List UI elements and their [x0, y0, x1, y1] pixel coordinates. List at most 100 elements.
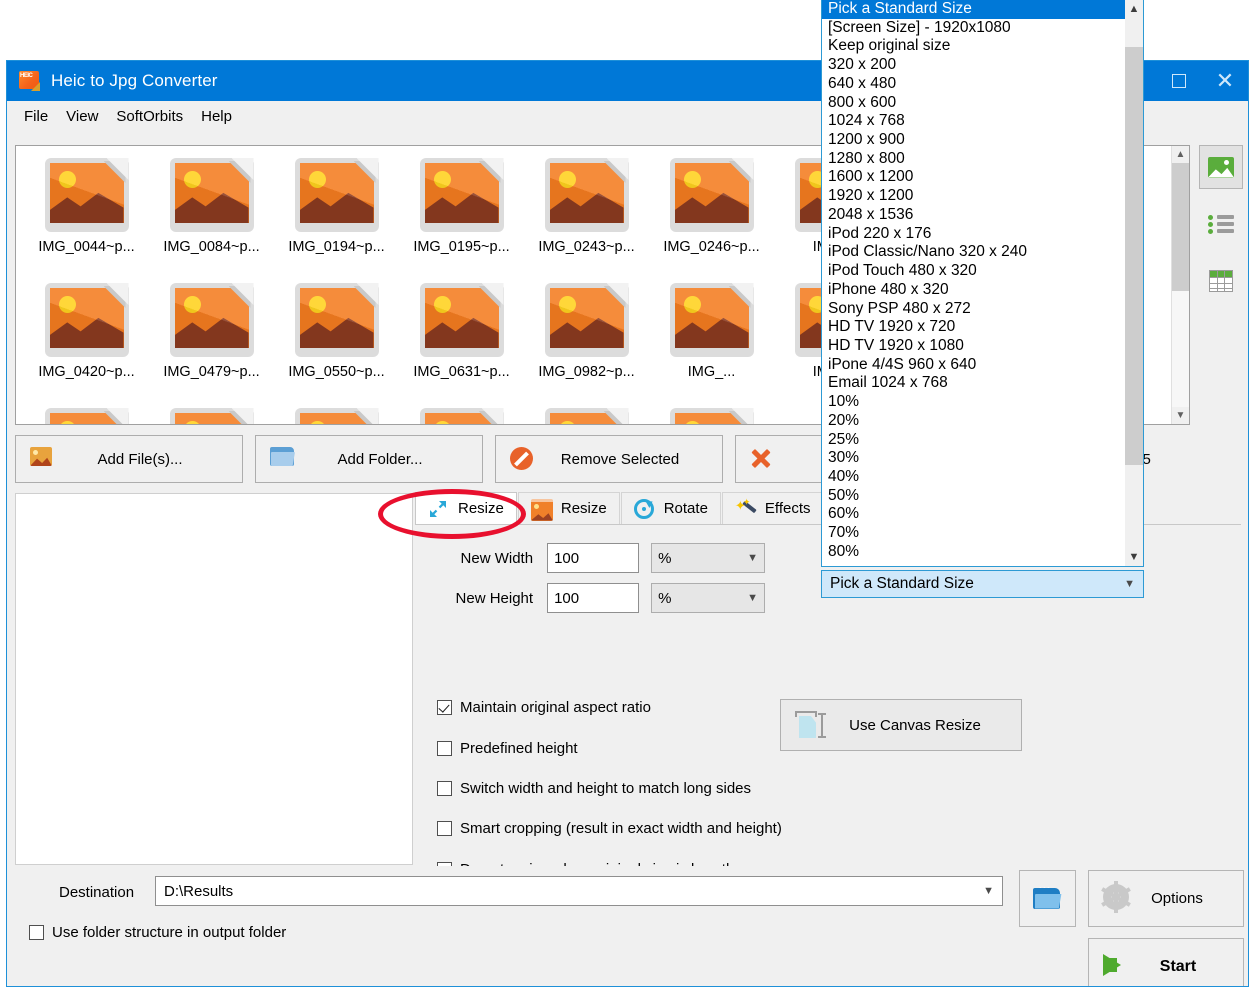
- close-button[interactable]: ✕: [1202, 61, 1248, 101]
- destination-select[interactable]: D:\Results ▼: [155, 876, 1003, 906]
- checkbox-smart-cropping[interactable]: Smart cropping (result in exact width an…: [437, 820, 782, 837]
- tab-rotate[interactable]: Rotate: [621, 492, 721, 524]
- add-files-button[interactable]: Add File(s)...: [15, 435, 243, 483]
- dropdown-option[interactable]: 30%: [822, 449, 1125, 468]
- standard-size-dropdown-list[interactable]: Pick a Standard Size[Screen Size] - 1920…: [821, 0, 1144, 567]
- dropdown-option[interactable]: 1280 x 800: [822, 150, 1125, 169]
- checkbox-box[interactable]: [437, 821, 452, 836]
- dropdown-option[interactable]: 40%: [822, 468, 1125, 487]
- list-view-button[interactable]: [1199, 202, 1243, 246]
- dropdown-option[interactable]: Email 1024 x 768: [822, 374, 1125, 393]
- list-item[interactable]: IMG_0246~p...: [649, 154, 774, 279]
- remove-selected-button[interactable]: Remove Selected: [495, 435, 723, 483]
- dropdown-option[interactable]: 2048 x 1536: [822, 206, 1125, 225]
- list-item[interactable]: [274, 404, 399, 425]
- checkbox-use-folder-structure[interactable]: Use folder structure in output folder: [29, 924, 286, 941]
- list-item[interactable]: IMG_0194~p...: [274, 154, 399, 279]
- dropdown-option[interactable]: 1024 x 768: [822, 112, 1125, 131]
- list-item[interactable]: [24, 404, 149, 425]
- list-item[interactable]: [149, 404, 274, 425]
- tab-effects[interactable]: ✦✦ Effects: [722, 492, 824, 524]
- new-width-input[interactable]: [547, 543, 639, 573]
- list-item[interactable]: [649, 404, 774, 425]
- thumbnail-view-button[interactable]: [1199, 145, 1243, 189]
- menu-item-help[interactable]: Help: [192, 105, 241, 128]
- checkbox-predefined-height[interactable]: Predefined height: [437, 740, 578, 757]
- checkbox-box[interactable]: [437, 700, 452, 715]
- dropdown-option[interactable]: 1200 x 900: [822, 131, 1125, 150]
- list-item[interactable]: [399, 404, 524, 425]
- standard-size-select[interactable]: Pick a Standard Size ▼: [821, 570, 1144, 598]
- dropdown-option[interactable]: 1920 x 1200: [822, 187, 1125, 206]
- list-item[interactable]: IMG_0479~p...: [149, 279, 274, 404]
- menu-item-softorbits[interactable]: SoftOrbits: [107, 105, 192, 128]
- scrollbar-thumb[interactable]: [1172, 163, 1189, 291]
- list-item[interactable]: IMG_0982~p...: [524, 279, 649, 404]
- dropdown-option[interactable]: 60%: [822, 505, 1125, 524]
- folder-icon: [270, 447, 296, 471]
- dropdown-option[interactable]: 25%: [822, 431, 1125, 450]
- list-item[interactable]: IMG_...: [649, 279, 774, 404]
- new-height-unit-select[interactable]: % ▼: [651, 583, 765, 613]
- magic-wand-icon: ✦✦: [735, 499, 757, 519]
- dropdown-option[interactable]: iPod Touch 480 x 320: [822, 262, 1125, 281]
- dropdown-option[interactable]: iPod Classic/Nano 320 x 240: [822, 243, 1125, 262]
- dropdown-option[interactable]: Keep original size: [822, 37, 1125, 56]
- dropdown-option[interactable]: [Screen Size] - 1920x1080: [822, 19, 1125, 38]
- dropdown-option[interactable]: 1600 x 1200: [822, 168, 1125, 187]
- scroll-up-icon[interactable]: ▲: [1172, 146, 1189, 163]
- dropdown-option[interactable]: iPod 220 x 176: [822, 225, 1125, 244]
- checkbox-maintain-aspect-ratio[interactable]: Maintain original aspect ratio: [437, 699, 651, 716]
- maximize-button[interactable]: [1156, 61, 1202, 101]
- dropdown-option[interactable]: 640 x 480: [822, 75, 1125, 94]
- output-settings-bar: Destination D:\Results ▼ Options Start U…: [7, 866, 1248, 986]
- tab-resize-primary[interactable]: Resize: [415, 492, 517, 524]
- checkbox-switch-width-height[interactable]: Switch width and height to match long si…: [437, 780, 751, 797]
- preview-pane[interactable]: [15, 493, 413, 865]
- photo-placeholder-icon: [291, 406, 383, 425]
- dropdown-option[interactable]: Pick a Standard Size: [822, 0, 1125, 19]
- scrollbar-thumb[interactable]: [1125, 47, 1143, 465]
- start-button[interactable]: Start: [1088, 938, 1244, 987]
- menu-item-view[interactable]: View: [57, 105, 107, 128]
- tab-resize-secondary[interactable]: Resize: [518, 492, 620, 524]
- dropdown-scrollbar[interactable]: ▲ ▼: [1125, 0, 1143, 566]
- scroll-down-icon[interactable]: ▼: [1172, 407, 1189, 424]
- list-item[interactable]: IMG_0550~p...: [274, 279, 399, 404]
- dropdown-option[interactable]: 320 x 200: [822, 56, 1125, 75]
- list-item[interactable]: [524, 404, 649, 425]
- checkbox-box[interactable]: [437, 741, 452, 756]
- scroll-up-icon[interactable]: ▲: [1125, 0, 1143, 18]
- scroll-down-icon[interactable]: ▼: [1125, 548, 1143, 566]
- details-view-button[interactable]: [1199, 259, 1243, 303]
- dropdown-options[interactable]: Pick a Standard Size[Screen Size] - 1920…: [822, 0, 1125, 566]
- dropdown-option[interactable]: 20%: [822, 412, 1125, 431]
- dropdown-option[interactable]: iPhone 480 x 320: [822, 281, 1125, 300]
- dropdown-option[interactable]: Sony PSP 480 x 272: [822, 300, 1125, 319]
- checkbox-box[interactable]: [29, 925, 44, 940]
- list-item[interactable]: IMG_0420~p...: [24, 279, 149, 404]
- list-item[interactable]: IMG_0084~p...: [149, 154, 274, 279]
- new-height-input[interactable]: [547, 583, 639, 613]
- list-item[interactable]: IMG_0243~p...: [524, 154, 649, 279]
- menu-item-file[interactable]: File: [15, 105, 57, 128]
- checkbox-box[interactable]: [437, 781, 452, 796]
- list-item[interactable]: IMG_0631~p...: [399, 279, 524, 404]
- new-width-unit-select[interactable]: % ▼: [651, 543, 765, 573]
- options-button[interactable]: Options: [1088, 870, 1244, 927]
- browse-folder-button[interactable]: [1019, 870, 1076, 927]
- list-item[interactable]: IMG_0195~p...: [399, 154, 524, 279]
- dropdown-option[interactable]: 50%: [822, 487, 1125, 506]
- file-name: IMG_0479~p...: [163, 364, 259, 380]
- dropdown-option[interactable]: 10%: [822, 393, 1125, 412]
- thumbnail-scrollbar[interactable]: ▲ ▼: [1171, 146, 1189, 424]
- use-canvas-resize-button[interactable]: Use Canvas Resize: [780, 699, 1022, 751]
- dropdown-option[interactable]: 80%: [822, 543, 1125, 562]
- dropdown-option[interactable]: iPone 4/4S 960 x 640: [822, 356, 1125, 375]
- add-folder-button[interactable]: Add Folder...: [255, 435, 483, 483]
- dropdown-option[interactable]: HD TV 1920 x 1080: [822, 337, 1125, 356]
- dropdown-option[interactable]: 800 x 600: [822, 94, 1125, 113]
- dropdown-option[interactable]: HD TV 1920 x 720: [822, 318, 1125, 337]
- dropdown-option[interactable]: 70%: [822, 524, 1125, 543]
- list-item[interactable]: IMG_0044~p...: [24, 154, 149, 279]
